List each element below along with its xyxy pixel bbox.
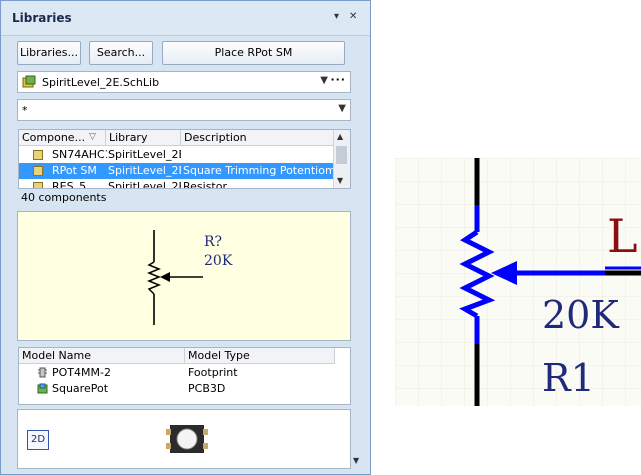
pcb3d-icon [37,383,48,394]
preview-designator: R? [204,234,223,250]
column-header-description[interactable]: Description [181,130,335,146]
panel-titlebar: Libraries ▾ ✕ [1,1,370,36]
schlib-icon [22,75,36,88]
place-component-button[interactable]: Place RPot SM [162,41,345,65]
model-preview: 2D [17,409,351,469]
square-pot-3d-icon [166,425,208,453]
column-header-model-type[interactable]: Model Type [185,348,335,364]
panel-title: Libraries [12,11,72,25]
component-list[interactable]: Compone... ▽ Library Description SN74AHC… [18,129,351,189]
panel-menu-icon[interactable]: ▾ [334,11,339,22]
zoom-partial-label: L [607,209,638,263]
component-icon [33,182,43,188]
symbol-preview: R? 20K [17,211,351,341]
model-row[interactable]: SquarePot PCB3D [19,381,335,397]
footprint-icon [38,367,47,378]
preview-value: 20K [204,253,233,269]
component-count: 40 components [21,191,107,204]
view-2d-toggle[interactable]: 2D [27,430,49,450]
component-row-selected[interactable]: RPot SM SpiritLevel_2E. Square Trimming … [19,163,335,179]
scroll-down-icon[interactable]: ▼ [353,456,359,465]
schematic-zoom: L 20K R1 [395,158,641,406]
scroll-thumb[interactable] [336,146,347,164]
component-list-scrollbar[interactable]: ▲ ▼ [333,130,350,188]
libraries-button[interactable]: Libraries... [17,41,81,65]
models-list[interactable]: Model Name Model Type POT4MM-2 Footprint… [18,347,351,405]
chevron-down-icon[interactable]: ▼ [320,75,328,86]
filter-input[interactable]: * [22,104,28,117]
scroll-down-icon[interactable]: ▼ [337,176,343,185]
zoom-value: 20K [542,293,619,337]
column-header-library[interactable]: Library [106,130,181,146]
component-row[interactable]: RES_5 SpiritLevel_2E. Resistor [19,179,335,188]
model-row[interactable]: POT4MM-2 Footprint [19,365,335,381]
component-row[interactable]: SN74AHC1 SpiritLevel_2E. [19,147,335,163]
component-icon [33,150,43,160]
sort-icon[interactable]: ▽ [89,130,96,145]
search-button[interactable]: Search... [89,41,153,65]
component-icon [33,166,43,176]
zoom-designator: R1 [542,356,595,400]
column-header-component[interactable]: Compone... ▽ [19,130,106,146]
scroll-up-icon[interactable]: ▲ [337,132,343,141]
potentiometer-symbol [146,230,203,325]
zoomed-potentiometer [395,158,641,406]
close-icon[interactable]: ✕ [349,11,357,22]
column-header-model-name[interactable]: Model Name [19,348,185,364]
more-options-button[interactable]: ··· [330,73,346,86]
library-select-value: SpiritLevel_2E.SchLib [42,76,160,89]
filter-combo[interactable]: * ▼ [17,99,351,121]
chevron-down-icon[interactable]: ▼ [338,103,346,114]
libraries-panel: Libraries ▾ ✕ Libraries... Search... Pla… [0,0,371,475]
library-select[interactable]: SpiritLevel_2E.SchLib ▼ ··· [17,71,351,93]
